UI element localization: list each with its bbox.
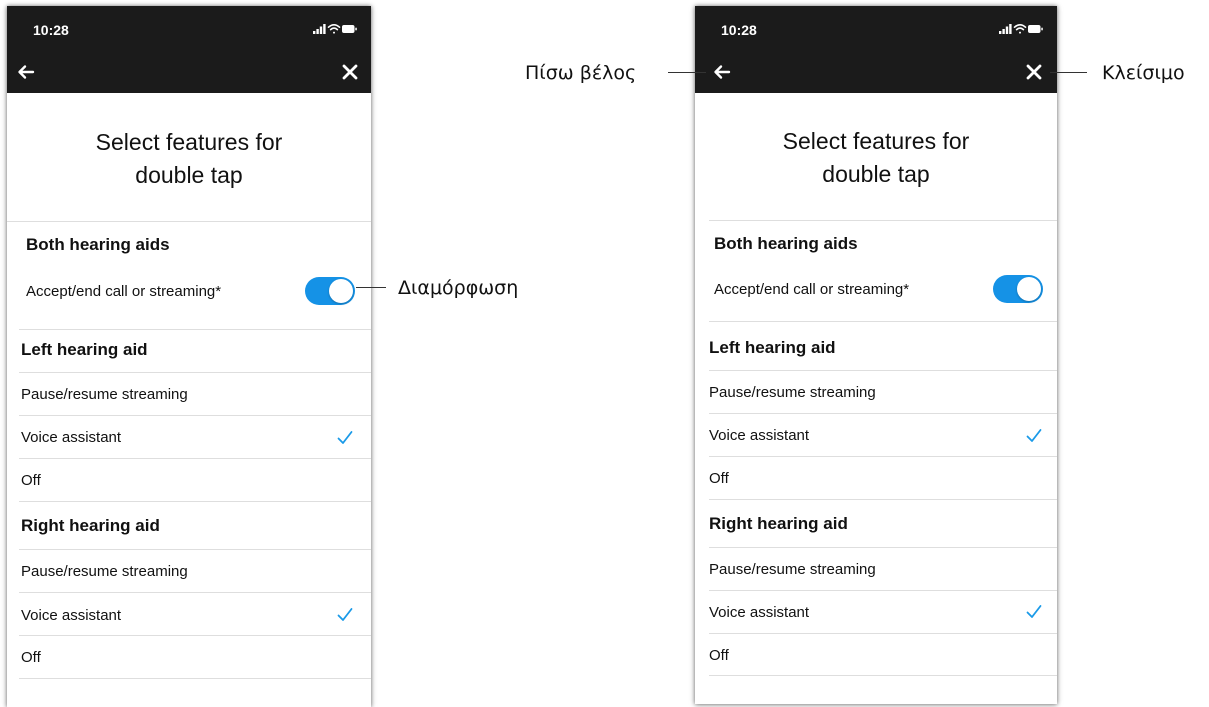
top-bar: 10:28 [695,6,1057,93]
toggle-knob [1017,277,1041,301]
title-line-2: double tap [822,161,930,187]
option-label: Pause/resume streaming [21,563,188,580]
section-heading-right: Right hearing aid [709,514,848,533]
section-heading-right: Right hearing aid [21,516,160,535]
section-heading-both: Both hearing aids [714,234,858,253]
top-bar: 10:28 [7,6,371,93]
divider [709,370,1057,371]
divider [7,221,371,222]
accept-call-toggle[interactable] [993,275,1043,303]
signal-icon [999,24,1012,34]
divider [709,547,1057,548]
divider [19,329,371,330]
back-callout-label: Πίσω βέλος [525,62,637,84]
page-title: Select features for double tap [7,126,371,192]
close-callout-label: Κλείσιμο [1102,62,1185,84]
divider [19,635,371,636]
checkmark-icon [337,431,353,444]
section-heading-left: Left hearing aid [709,338,836,357]
divider [709,321,1057,322]
section-heading-both: Both hearing aids [26,235,170,254]
signal-icon [313,24,326,34]
divider [19,458,371,459]
phone-screen-right: 10:28 Select features for double tap Bot… [695,6,1057,704]
accept-call-label: Accept/end call or streaming* [714,281,910,298]
page-title: Select features for double tap [695,125,1057,191]
title-line-1: Select features for [782,128,970,154]
status-time: 10:28 [33,22,69,38]
divider [19,372,371,373]
arrow-left-icon [18,65,35,79]
close-icon [1026,64,1042,80]
accept-call-label: Accept/end call or streaming* [26,283,222,300]
toggle-callout-line [356,287,386,288]
back-arrow-button[interactable] [707,57,737,87]
option-label: Voice assistant [709,604,810,621]
section-heading-left: Left hearing aid [21,340,148,359]
wifi-icon [1013,24,1027,34]
divider [19,592,371,593]
title-line-1: Select features for [95,129,283,155]
divider [709,633,1057,634]
divider [709,413,1057,414]
option-label: Voice assistant [709,427,810,444]
option-label: Off [21,649,41,666]
status-time: 10:28 [721,22,757,38]
checkmark-icon [337,608,353,621]
title-line-2: double tap [135,162,243,188]
divider [709,220,1057,221]
back-arrow-button[interactable] [11,57,41,87]
toggle-knob [329,279,353,303]
divider [19,549,371,550]
option-label: Voice assistant [21,607,122,624]
option-label: Off [709,470,729,487]
back-callout-line [668,72,706,73]
close-icon [342,64,358,80]
option-label: Off [709,647,729,664]
checkmark-icon [1026,605,1042,618]
checkmark-icon [1026,429,1042,442]
close-button[interactable] [1019,57,1049,87]
arrow-left-icon [714,65,731,79]
close-callout-line [1050,72,1087,73]
divider [19,678,371,679]
status-icons [313,24,357,34]
option-label: Pause/resume streaming [21,386,188,403]
accept-call-toggle[interactable] [305,277,355,305]
option-label: Pause/resume streaming [709,561,876,578]
toggle-callout-label: Διαμόρφωση [398,277,519,299]
divider [19,415,371,416]
phone-screen-left: 10:28 Select features for double tap Bot… [7,6,371,707]
option-label: Voice assistant [21,429,122,446]
wifi-icon [327,24,341,34]
option-label: Pause/resume streaming [709,384,876,401]
divider [709,499,1057,500]
battery-icon [342,25,357,33]
status-icons [999,24,1043,34]
battery-icon [1028,25,1043,33]
close-button[interactable] [335,57,365,87]
divider [19,501,371,502]
divider [709,590,1057,591]
divider [709,675,1057,676]
option-label: Off [21,472,41,489]
divider [709,456,1057,457]
